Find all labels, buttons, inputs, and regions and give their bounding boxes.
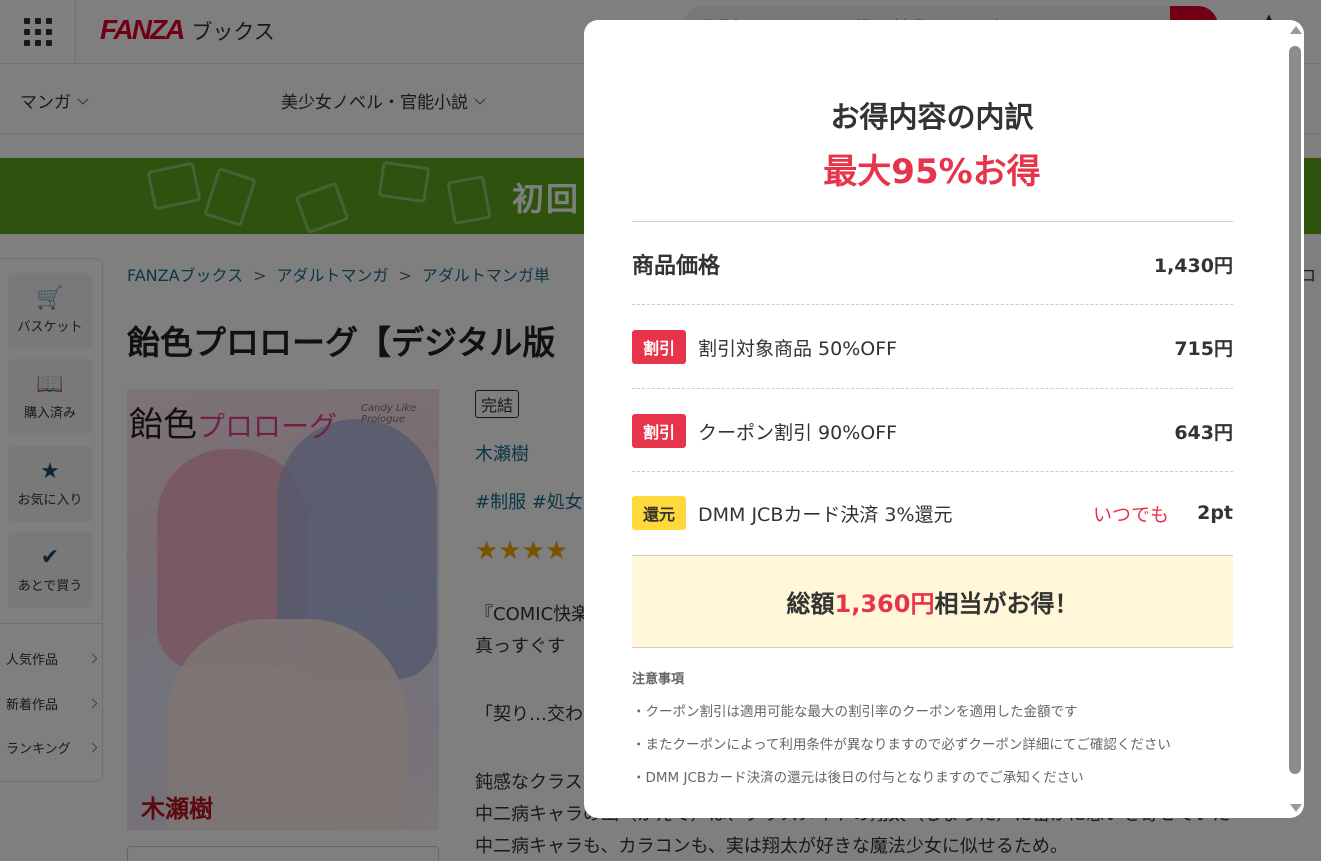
divider xyxy=(632,471,1233,472)
scroll-down-arrow-icon[interactable] xyxy=(1290,804,1302,812)
discount-badge: 割引 xyxy=(632,330,686,364)
discount-badge: 割引 xyxy=(632,414,686,448)
discount-label: 割引対象商品 50%OFF xyxy=(698,337,898,360)
divider xyxy=(632,388,1233,389)
coupon-value: 643円 xyxy=(1174,421,1233,444)
note-line: ・DMM JCBカード決済の還元は後日の付与となりますのでご承知ください xyxy=(632,770,1084,786)
discount-value: 715円 xyxy=(1174,337,1233,360)
note-line: ・またクーポンによって利用条件が異なりますので必ずクーポン詳細にてご確認ください xyxy=(632,737,1171,753)
cashback-label: DMM JCBカード決済 3%還元 xyxy=(698,503,953,526)
coupon-row: 割引 クーポン割引 90%OFF 643円 xyxy=(632,411,1233,451)
cashback-row: 還元 DMM JCBカード決済 3%還元 いつでも 2pt xyxy=(632,493,1233,533)
modal-scrollbar[interactable] xyxy=(1286,20,1304,818)
price-row: 商品価格 1,430円 xyxy=(632,244,1233,284)
divider xyxy=(632,304,1233,305)
cashback-badge: 還元 xyxy=(632,496,686,530)
notes-title: 注意事項 xyxy=(632,672,685,687)
total-savings-box: 総額 1,360円 相当がお得！ xyxy=(632,556,1233,648)
note-line: ・クーポン割引は適用可能な最大の割引率のクーポンを適用した金額です xyxy=(632,704,1078,720)
total-prefix: 総額 xyxy=(786,590,835,618)
modal-title: お得内容の内訳 xyxy=(830,100,1034,134)
total-suffix: 相当がお得！ xyxy=(934,590,1079,618)
divider xyxy=(632,221,1233,222)
price-label: 商品価格 xyxy=(632,254,721,279)
max-discount-headline: 最大95%お得 xyxy=(823,152,1041,192)
anytime-label: いつでも xyxy=(1092,503,1169,526)
total-amount: 1,360円 xyxy=(834,590,935,618)
discount-breakdown-modal: お得内容の内訳 最大95%お得 商品価格 1,430円 割引 割引対象商品 50… xyxy=(584,20,1304,818)
cashback-value: 2pt xyxy=(1197,502,1233,524)
discount-row: 割引 割引対象商品 50%OFF 715円 xyxy=(632,327,1233,367)
coupon-label: クーポン割引 90%OFF xyxy=(698,421,898,444)
scroll-thumb[interactable] xyxy=(1289,46,1301,774)
scroll-up-arrow-icon[interactable] xyxy=(1290,26,1302,34)
price-value: 1,430円 xyxy=(1153,254,1233,277)
